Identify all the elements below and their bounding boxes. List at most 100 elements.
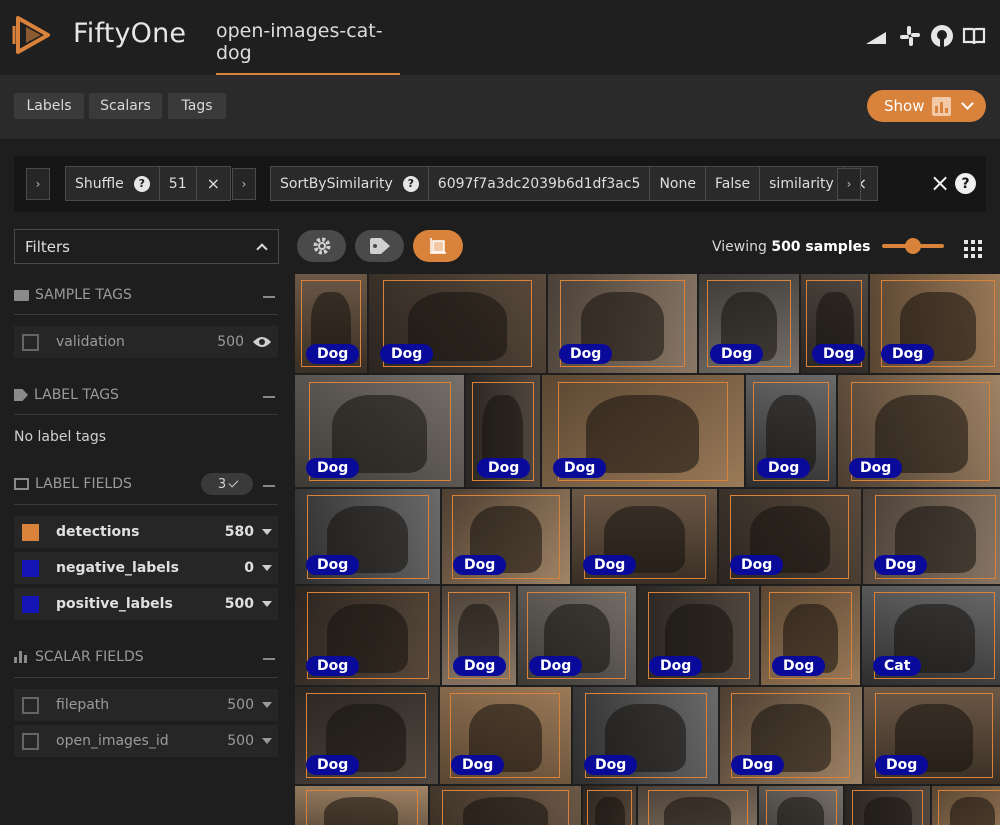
checkbox-checked[interactable] [22, 559, 39, 577]
sample-thumbnail[interactable]: Dog [295, 274, 367, 373]
sample-thumbnail[interactable]: Dog [548, 274, 697, 373]
sample-thumbnail[interactable] [638, 786, 757, 825]
sample-thumbnail[interactable]: Dog [863, 489, 1000, 584]
tag-button[interactable] [355, 230, 404, 262]
add-stage-button[interactable]: › [837, 168, 861, 200]
sample-thumbnail[interactable]: Dog [801, 274, 868, 373]
sample-thumbnail[interactable]: Dog [864, 687, 1000, 784]
sample-thumbnail[interactable]: Dog [369, 274, 546, 373]
expand-caret-icon[interactable] [262, 702, 272, 708]
sample-thumbnail[interactable]: Dog [761, 586, 860, 685]
help-icon[interactable]: ? [955, 173, 976, 194]
expand-caret-icon[interactable] [262, 601, 272, 607]
fiftyone-logo[interactable] [12, 14, 54, 56]
classification-label: Dog [730, 555, 784, 575]
sample-thumbnail[interactable]: Dog [295, 375, 464, 487]
patches-button[interactable] [413, 230, 463, 262]
dist-field-value[interactable]: similarity [760, 167, 844, 200]
classification-label: Dog [875, 755, 929, 775]
sample-thumbnail[interactable] [932, 786, 1000, 825]
collapse-icon[interactable] [263, 296, 275, 298]
image-icon [14, 478, 29, 490]
label-field-row[interactable]: positive_labels 500 [14, 588, 278, 620]
expand-caret-icon[interactable] [262, 529, 272, 535]
field-name: positive_labels [56, 596, 173, 612]
collapse-icon[interactable] [263, 658, 275, 660]
add-stage-button[interactable]: › [26, 168, 50, 200]
sample-thumbnail[interactable]: Dog [719, 489, 861, 584]
tab-labels[interactable]: Labels [14, 93, 84, 119]
checkbox[interactable] [22, 696, 39, 714]
k-value[interactable]: None [650, 167, 706, 200]
sample-thumbnail[interactable]: Dog [699, 274, 799, 373]
show-plots-button[interactable]: Show [867, 90, 986, 122]
sample-thumbnail[interactable]: Dog [442, 586, 516, 685]
checkbox-checked[interactable] [22, 523, 39, 541]
zoom-slider-handle[interactable] [905, 238, 921, 254]
checkbox[interactable] [22, 732, 39, 750]
sample-thumbnail[interactable]: Dog [442, 489, 570, 584]
clear-view-icon[interactable]: × [930, 171, 950, 195]
tab-tags[interactable]: Tags [168, 93, 226, 119]
label-field-row[interactable]: detections 580 [14, 516, 278, 548]
sample-thumbnail[interactable]: Dog [573, 687, 718, 784]
shuffle-stage[interactable]: Shuffle? 51 × [65, 166, 232, 201]
tag-icon [14, 289, 29, 301]
slack-icon[interactable] [898, 24, 922, 48]
collapse-icon[interactable] [263, 485, 275, 487]
sample-thumbnail[interactable]: Dog [838, 375, 1000, 487]
eye-icon[interactable] [252, 335, 272, 349]
detection-bbox [648, 790, 748, 825]
help-icon[interactable]: ? [402, 175, 419, 192]
sample-thumbnail[interactable]: Dog [638, 586, 759, 685]
sample-thumbnail[interactable]: Cat [862, 586, 1000, 685]
classification-label: Dog [710, 344, 764, 364]
sample-thumbnail[interactable] [430, 786, 581, 825]
sample-thumbnail[interactable]: Dog [295, 489, 440, 584]
sample-thumbnail[interactable] [583, 786, 636, 825]
detection-bbox [587, 790, 632, 825]
checkbox-checked[interactable] [22, 595, 39, 613]
sample-thumbnail[interactable]: Dog [746, 375, 836, 487]
filters-toggle[interactable]: Filters [14, 229, 279, 264]
sample-tag-row[interactable]: validation 500 [14, 326, 278, 358]
sample-thumbnail[interactable]: Dog [295, 586, 440, 685]
field-name: detections [56, 524, 140, 540]
expand-caret-icon[interactable] [262, 738, 272, 744]
settings-button[interactable] [297, 230, 346, 262]
checkbox[interactable] [22, 333, 39, 351]
sample-count-text: Viewing 500 samples [712, 239, 870, 255]
bar-chart-icon [14, 651, 29, 663]
sample-thumbnail[interactable]: Dog [518, 586, 636, 685]
sample-thumbnail[interactable]: Dog [870, 274, 1000, 373]
sample-thumbnail[interactable]: Dog [440, 687, 571, 784]
collapse-icon[interactable] [263, 396, 275, 398]
dataset-selector[interactable]: open-images-cat-dog [216, 20, 400, 75]
add-stage-button[interactable]: › [232, 168, 256, 200]
sample-thumbnail[interactable] [759, 786, 843, 825]
select-all-badge[interactable]: 3 [201, 473, 253, 495]
sample-thumbnail[interactable]: Dog [466, 375, 540, 487]
signal-icon[interactable] [864, 24, 888, 48]
sample-thumbnail[interactable] [845, 786, 930, 825]
sample-thumbnail[interactable] [295, 786, 428, 825]
tab-scalars[interactable]: Scalars [89, 93, 162, 119]
docs-book-icon[interactable] [962, 24, 986, 48]
remove-stage-icon[interactable]: × [197, 167, 230, 200]
sample-thumbnail[interactable]: Dog [295, 687, 438, 784]
github-icon[interactable] [930, 24, 954, 48]
grid-view-icon[interactable] [964, 240, 982, 258]
sample-thumbnail[interactable]: Dog [572, 489, 717, 584]
shuffle-seed-value[interactable]: 51 [160, 167, 197, 200]
sort-by-similarity-stage[interactable]: SortBySimilarity? 6097f7a3dc2039b6d1df3a… [270, 166, 879, 201]
sort-stage-name: SortBySimilarity? [271, 167, 429, 200]
help-icon[interactable]: ? [133, 175, 150, 192]
scalar-field-row[interactable]: filepath 500 [14, 689, 278, 721]
sample-thumbnail[interactable]: Dog [542, 375, 744, 487]
label-field-row[interactable]: negative_labels 0 [14, 552, 278, 584]
expand-caret-icon[interactable] [262, 565, 272, 571]
scalar-field-row[interactable]: open_images_id 500 [14, 725, 278, 757]
reverse-value[interactable]: False [706, 167, 761, 200]
query-id-value[interactable]: 6097f7a3dc2039b6d1df3ac5 [429, 167, 651, 200]
sample-thumbnail[interactable]: Dog [720, 687, 862, 784]
